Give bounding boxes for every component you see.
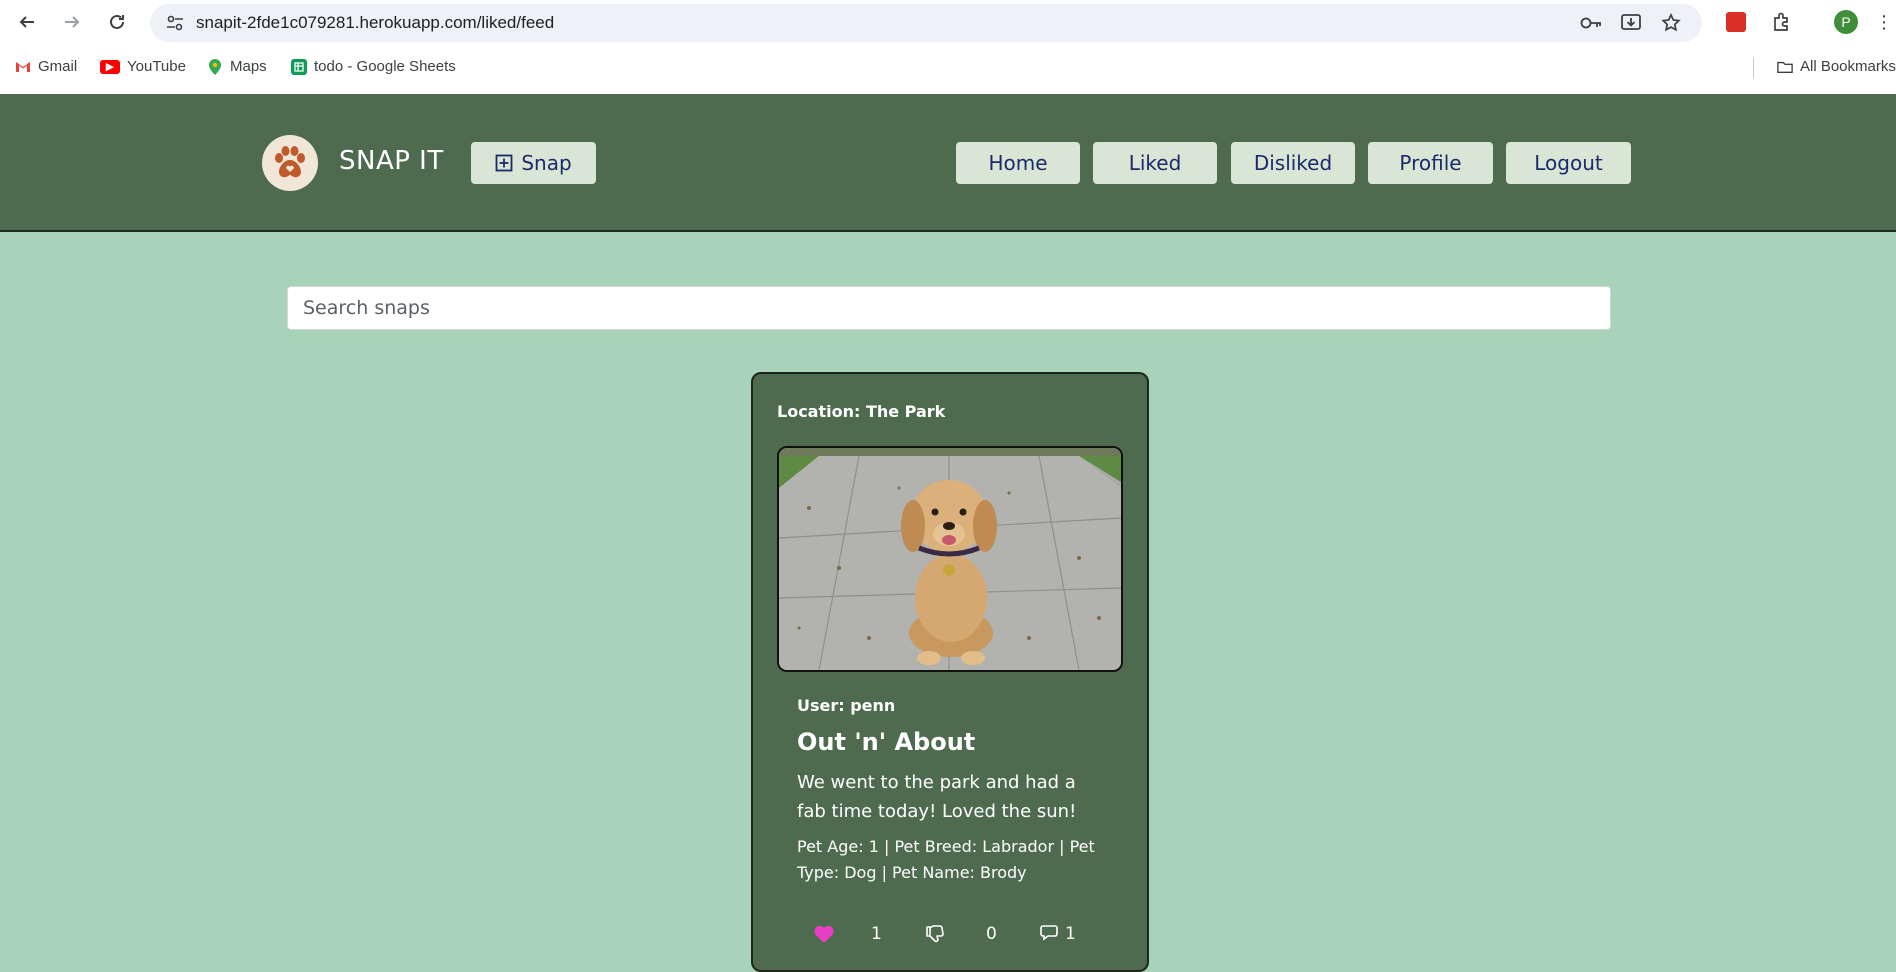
- like-count: 1: [871, 924, 882, 944]
- bookmark-sheets[interactable]: todo - Google Sheets: [291, 58, 456, 75]
- folder-icon: [1777, 59, 1793, 75]
- address-bar[interactable]: snapit-2fde1c079281.herokuapp.com/liked/…: [150, 4, 1702, 42]
- back-icon[interactable]: [15, 10, 39, 34]
- search-input[interactable]: [287, 286, 1611, 330]
- post-pet-details: Pet Age: 1 | Pet Breed: Labrador | Pet T…: [797, 837, 1095, 882]
- profile-avatar[interactable]: P: [1834, 10, 1858, 34]
- post-location: Location: The Park: [777, 402, 946, 421]
- nav-disliked-button[interactable]: Disliked: [1231, 142, 1355, 184]
- post-description: We went to the park and had a fab time t…: [797, 772, 1077, 822]
- like-heart-icon[interactable]: [813, 924, 835, 944]
- dislike-count: 0: [986, 924, 997, 944]
- youtube-icon: ▶: [100, 59, 120, 74]
- forward-icon[interactable]: [60, 10, 84, 34]
- password-key-icon[interactable]: [1580, 13, 1602, 33]
- nav-logout-button[interactable]: Logout: [1506, 142, 1631, 184]
- post-title: Out 'n' About: [797, 728, 976, 756]
- snap-card: Location: The Park User: penn Out 'n' Ab…: [751, 372, 1149, 972]
- maps-pin-icon: [207, 58, 223, 75]
- plus-square-icon: [495, 154, 513, 172]
- comment-count: 1: [1065, 924, 1076, 944]
- browser-toolbar: snapit-2fde1c079281.herokuapp.com/liked/…: [0, 0, 1896, 44]
- browser-chrome: snapit-2fde1c079281.herokuapp.com/liked/…: [0, 0, 1896, 94]
- site-info-icon[interactable]: [164, 13, 186, 33]
- bookmark-gmail[interactable]: Gmail: [15, 58, 77, 75]
- site-header: SNAP IT Snap Home Liked Disliked Profile…: [0, 94, 1896, 232]
- bookmark-star-icon[interactable]: [1660, 13, 1682, 33]
- post-photo[interactable]: [777, 446, 1123, 672]
- url-text: snapit-2fde1c079281.herokuapp.com/liked/…: [196, 13, 555, 32]
- bookmark-maps[interactable]: Maps: [207, 58, 267, 75]
- paw-logo-icon[interactable]: [262, 135, 318, 191]
- extension-icon[interactable]: [1724, 10, 1748, 34]
- sheets-icon: [291, 58, 307, 75]
- dislike-thumb-icon[interactable]: [925, 924, 945, 944]
- nav-profile-button[interactable]: Profile: [1368, 142, 1493, 184]
- bookmark-youtube[interactable]: ▶ YouTube: [100, 58, 186, 75]
- menu-dots-icon[interactable]: ⋮: [1872, 10, 1896, 34]
- install-app-icon[interactable]: [1620, 13, 1642, 33]
- post-user: User: penn: [797, 696, 896, 715]
- bookmarks-divider: [1753, 58, 1754, 78]
- brand-title[interactable]: SNAP IT: [339, 146, 444, 176]
- bookmarks-bar: Gmail ▶ YouTube Maps todo - Google Sheet…: [0, 52, 1896, 84]
- nav-liked-button[interactable]: Liked: [1093, 142, 1217, 184]
- gmail-icon: [15, 59, 31, 75]
- comment-icon[interactable]: [1040, 924, 1062, 942]
- all-bookmarks[interactable]: All Bookmarks: [1777, 58, 1896, 75]
- extensions-puzzle-icon[interactable]: [1769, 10, 1793, 34]
- new-snap-button[interactable]: Snap: [471, 142, 596, 184]
- post-actions: 1 0 1: [753, 916, 1147, 956]
- reload-icon[interactable]: [105, 10, 129, 34]
- nav-home-button[interactable]: Home: [956, 142, 1080, 184]
